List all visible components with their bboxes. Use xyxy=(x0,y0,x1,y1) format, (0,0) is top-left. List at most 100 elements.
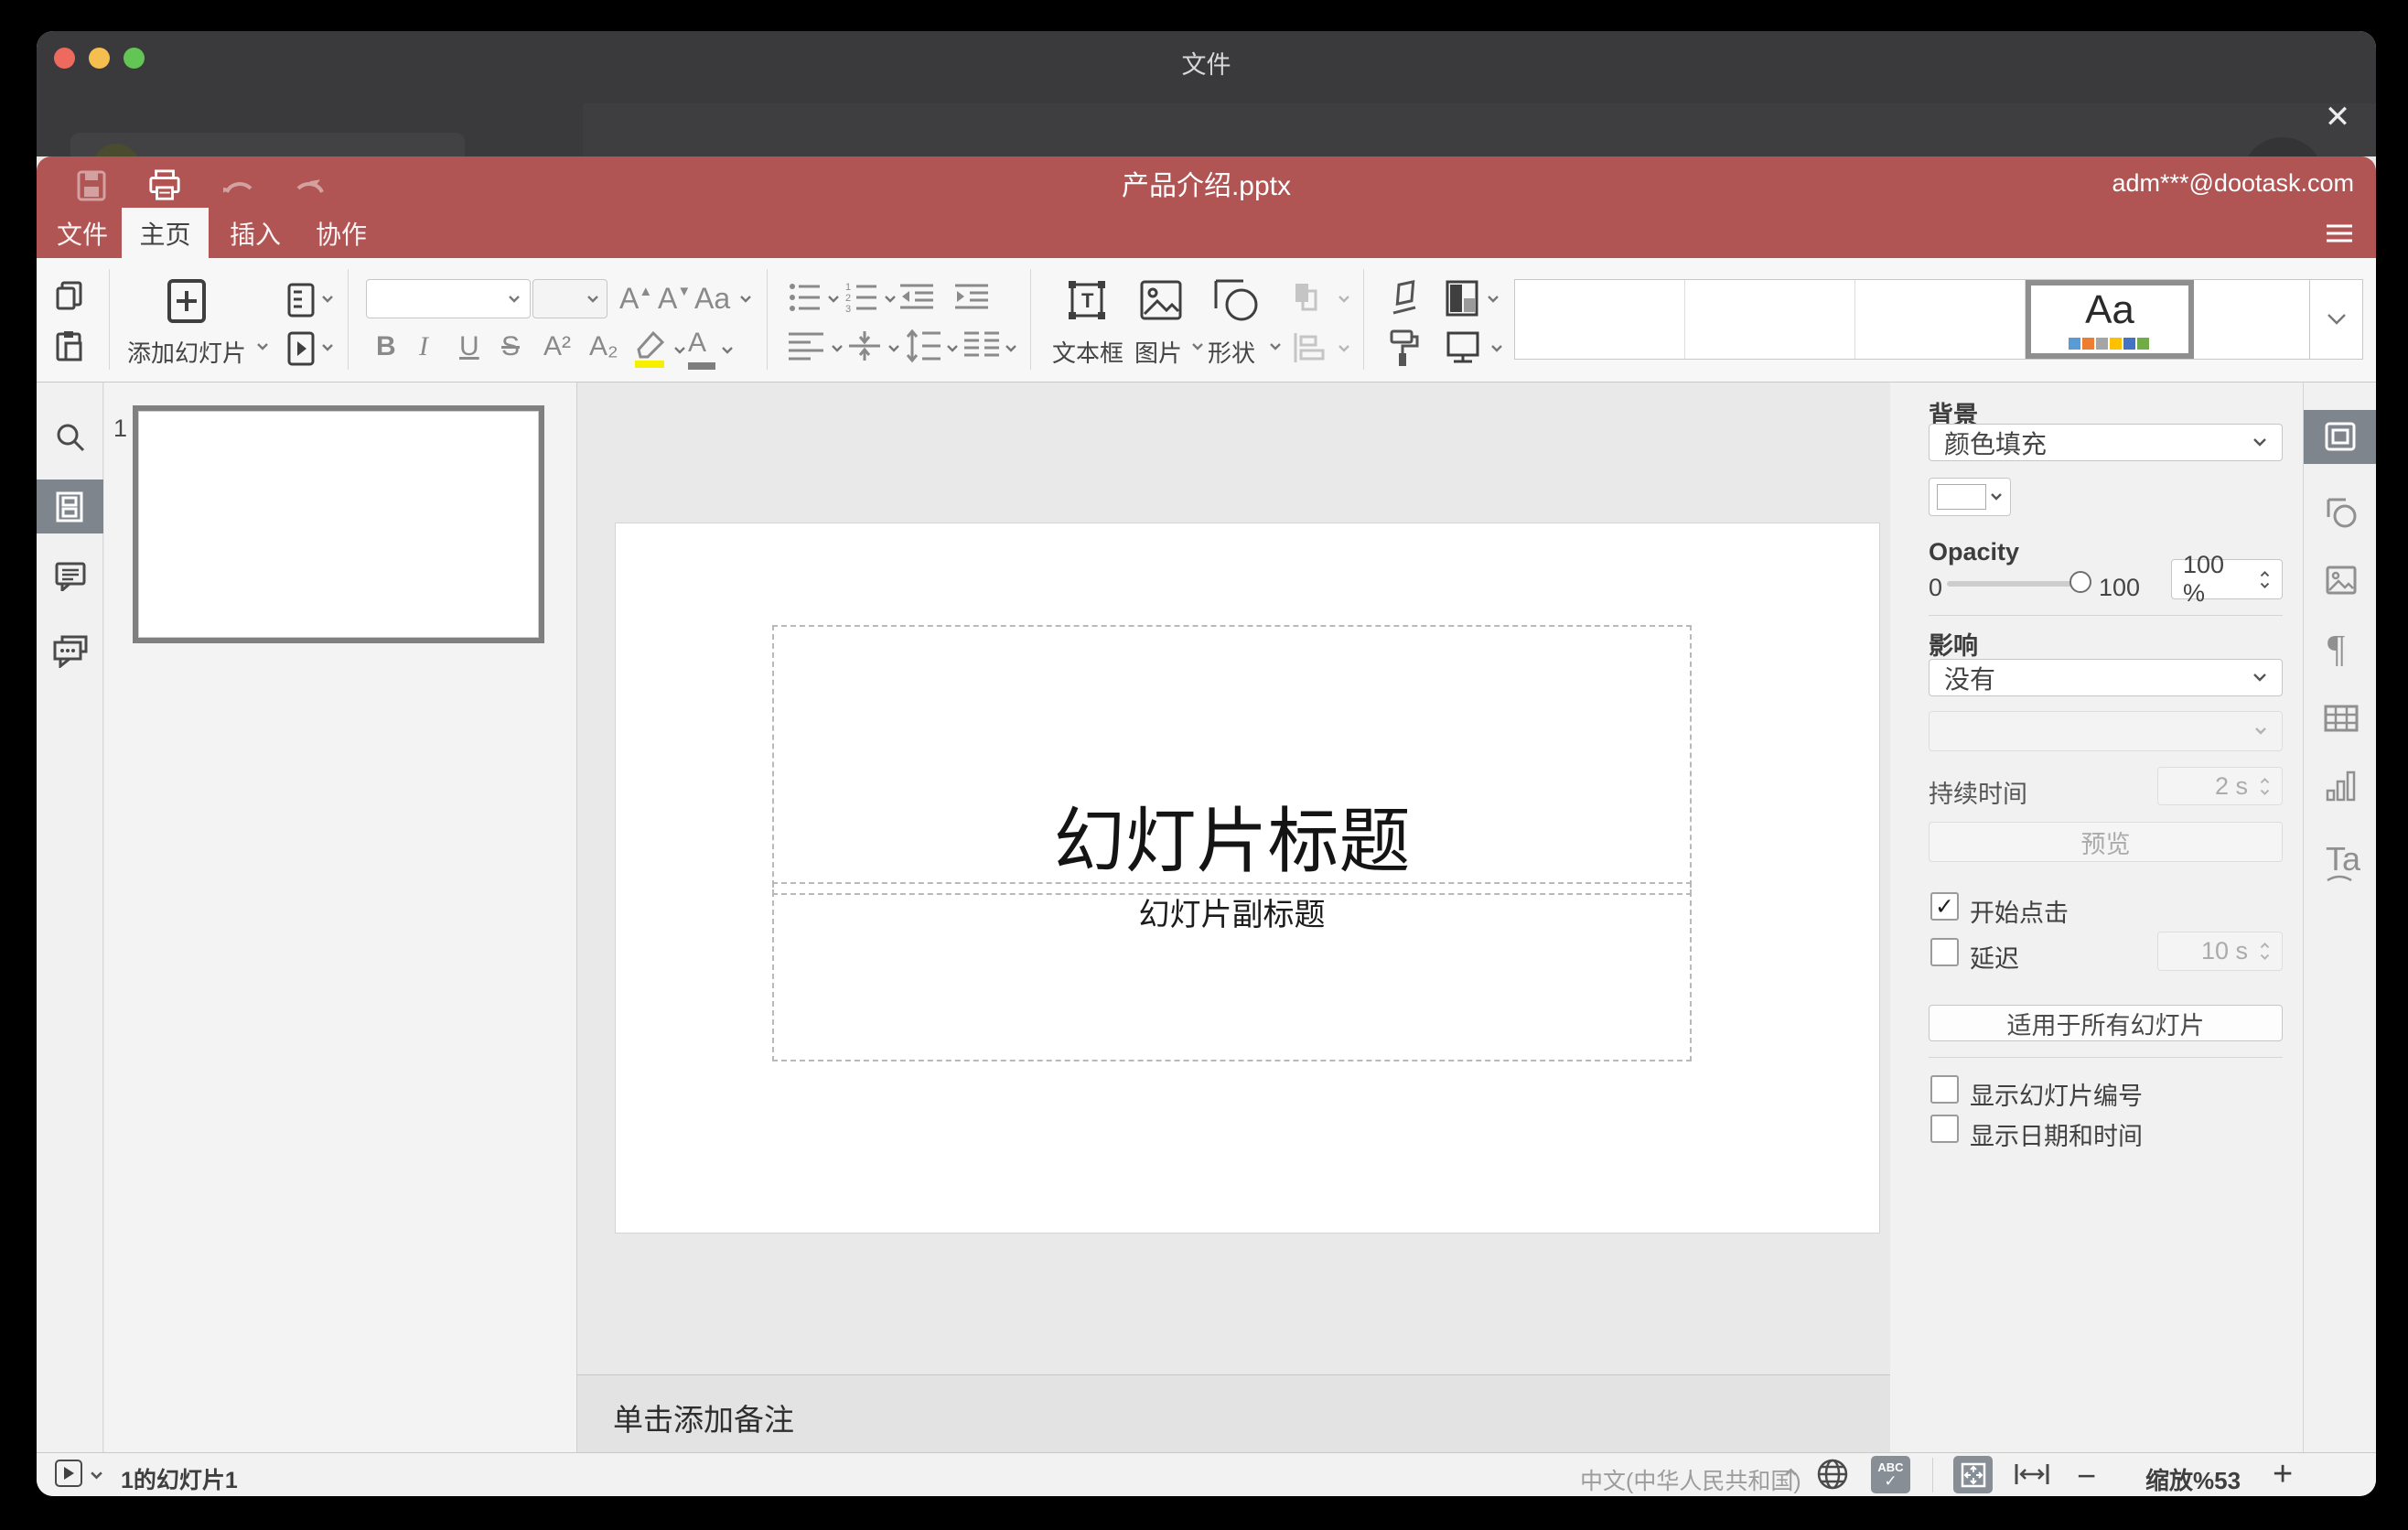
start-click-checkbox[interactable]: ✓ xyxy=(1930,892,1959,921)
chevron-down-icon[interactable] xyxy=(1487,295,1500,304)
chevron-down-icon[interactable] xyxy=(946,344,959,353)
show-slide-number-label[interactable]: 显示幻灯片编号 xyxy=(1970,1076,2143,1112)
zoom-in-button[interactable]: + xyxy=(2273,1455,2293,1494)
slide-layout-icon[interactable] xyxy=(287,283,315,318)
change-case-icon[interactable]: Aa xyxy=(694,282,730,316)
theme-gallery-expand-button[interactable] xyxy=(2310,279,2363,360)
paint-roller-icon[interactable] xyxy=(1388,329,1421,368)
paragraph-settings-icon[interactable]: ¶ xyxy=(2327,628,2345,672)
title-placeholder[interactable]: 幻灯片标题 xyxy=(772,625,1692,895)
shape-label[interactable]: 形状 xyxy=(1208,335,1255,369)
background-fill-select[interactable]: 颜色填充 xyxy=(1929,424,2283,461)
decrease-font-icon[interactable]: A▼ xyxy=(658,282,691,316)
theme-tile[interactable] xyxy=(1515,280,1685,359)
line-spacing-icon[interactable] xyxy=(906,329,941,362)
chevron-down-icon[interactable] xyxy=(256,342,269,351)
table-settings-icon[interactable] xyxy=(2324,705,2359,732)
tab-file[interactable]: 文件 xyxy=(55,208,110,258)
shape-icon[interactable] xyxy=(1212,277,1260,323)
slide-thumbnail[interactable] xyxy=(133,405,544,643)
increase-font-icon[interactable]: A▲ xyxy=(619,282,652,316)
copy-icon[interactable] xyxy=(55,281,84,310)
search-icon[interactable] xyxy=(56,423,85,452)
underline-icon[interactable]: U xyxy=(459,331,479,362)
close-icon[interactable]: ✕ xyxy=(2319,99,2356,135)
columns-icon[interactable] xyxy=(964,329,999,362)
opacity-slider-thumb[interactable] xyxy=(2069,571,2091,593)
spinner-up-icon[interactable] xyxy=(2259,570,2271,577)
numbered-list-icon[interactable]: 1 2 3 xyxy=(845,282,878,313)
image-icon[interactable] xyxy=(1139,277,1183,323)
textbox-label[interactable]: 文本框 xyxy=(1052,335,1123,369)
slide-color-scheme-icon[interactable] xyxy=(1446,280,1478,317)
chevron-down-icon[interactable] xyxy=(321,295,334,304)
shape-settings-icon[interactable] xyxy=(2326,497,2357,528)
delay-label[interactable]: 延迟 xyxy=(1970,939,2019,975)
chevron-down-icon[interactable] xyxy=(831,344,844,353)
decrease-indent-icon[interactable] xyxy=(900,282,933,313)
font-name-select[interactable] xyxy=(366,279,531,318)
slide-size-icon[interactable] xyxy=(1444,331,1482,364)
chevron-down-icon[interactable] xyxy=(673,346,686,355)
slide-page[interactable]: 幻灯片标题 幻灯片副标题 xyxy=(616,523,1879,1233)
add-slide-label[interactable]: 添加幻灯片 xyxy=(127,335,246,369)
fit-to-width-icon[interactable] xyxy=(2015,1462,2049,1486)
show-date-time-label[interactable]: 显示日期和时间 xyxy=(1970,1116,2143,1152)
tab-insert[interactable]: 插入 xyxy=(225,208,285,258)
textart-settings-icon[interactable]: Ta xyxy=(2326,840,2360,882)
reset-shape-icon[interactable] xyxy=(1388,280,1423,318)
increase-indent-icon[interactable] xyxy=(955,282,988,313)
start-click-label[interactable]: 开始点击 xyxy=(1970,893,2069,929)
subscript-icon[interactable]: A₂ xyxy=(589,331,618,362)
chevron-down-icon[interactable] xyxy=(887,344,900,353)
start-slideshow-button[interactable] xyxy=(55,1460,82,1487)
chevron-down-icon[interactable] xyxy=(827,295,840,304)
strikethrough-icon[interactable]: S xyxy=(501,331,520,362)
show-date-time-checkbox[interactable] xyxy=(1930,1115,1959,1143)
chevron-down-icon[interactable] xyxy=(884,295,897,304)
highlight-color-icon[interactable] xyxy=(633,329,666,368)
opacity-slider-track[interactable] xyxy=(1947,581,2080,587)
slides-panel-toggle-active[interactable] xyxy=(37,479,103,533)
textbox-icon[interactable]: T xyxy=(1065,277,1109,323)
chevron-down-icon[interactable] xyxy=(721,346,734,355)
subtitle-placeholder[interactable]: 幻灯片副标题 xyxy=(772,882,1692,1061)
bold-icon[interactable]: B xyxy=(376,331,396,362)
chevron-down-icon[interactable] xyxy=(1269,342,1282,351)
vertical-align-icon[interactable] xyxy=(847,329,882,362)
apply-to-all-button[interactable]: 适用于所有幻灯片 xyxy=(1929,1005,2283,1041)
theme-tile[interactable] xyxy=(1855,280,2026,359)
font-color-icon[interactable]: A xyxy=(688,328,715,370)
effect-select[interactable]: 没有 xyxy=(1929,659,2283,696)
theme-tile[interactable] xyxy=(1685,280,1855,359)
chevron-down-icon[interactable] xyxy=(1005,344,1017,353)
horizontal-align-icon[interactable] xyxy=(789,331,823,361)
chart-settings-icon[interactable] xyxy=(2326,770,2357,802)
chevron-down-icon[interactable] xyxy=(1490,344,1503,353)
chevron-down-icon[interactable] xyxy=(1191,342,1204,351)
chat-icon[interactable] xyxy=(53,635,88,668)
delay-checkbox[interactable] xyxy=(1930,938,1959,966)
slide-settings-toggle-active[interactable] xyxy=(2304,410,2376,464)
show-slide-number-checkbox[interactable] xyxy=(1930,1075,1959,1104)
comments-icon[interactable] xyxy=(55,562,86,591)
theme-tile[interactable] xyxy=(2194,280,2309,359)
fit-to-slide-toggle[interactable] xyxy=(1953,1456,1993,1493)
tab-home[interactable]: 主页 xyxy=(122,208,209,258)
hamburger-menu-icon[interactable] xyxy=(2327,224,2352,242)
superscript-icon[interactable]: A² xyxy=(543,331,571,362)
paste-icon[interactable] xyxy=(55,330,84,361)
background-color-picker[interactable] xyxy=(1929,478,2011,516)
italic-icon[interactable]: I xyxy=(419,331,428,362)
add-slide-icon[interactable] xyxy=(166,279,208,323)
notes-area[interactable]: 单击添加备注 xyxy=(577,1374,1890,1452)
language-globe-icon[interactable] xyxy=(1816,1458,1849,1491)
image-label[interactable]: 图片 xyxy=(1134,335,1182,369)
chevron-down-icon[interactable] xyxy=(90,1471,103,1481)
theme-tile-selected[interactable]: Aa xyxy=(2026,280,2194,359)
chevron-down-icon[interactable] xyxy=(739,295,752,304)
font-size-select[interactable] xyxy=(532,279,607,318)
zoom-out-button[interactable]: − xyxy=(2077,1457,2096,1495)
chevron-up-icon[interactable] xyxy=(1784,1467,1798,1477)
spinner-down-icon[interactable] xyxy=(2259,582,2271,589)
